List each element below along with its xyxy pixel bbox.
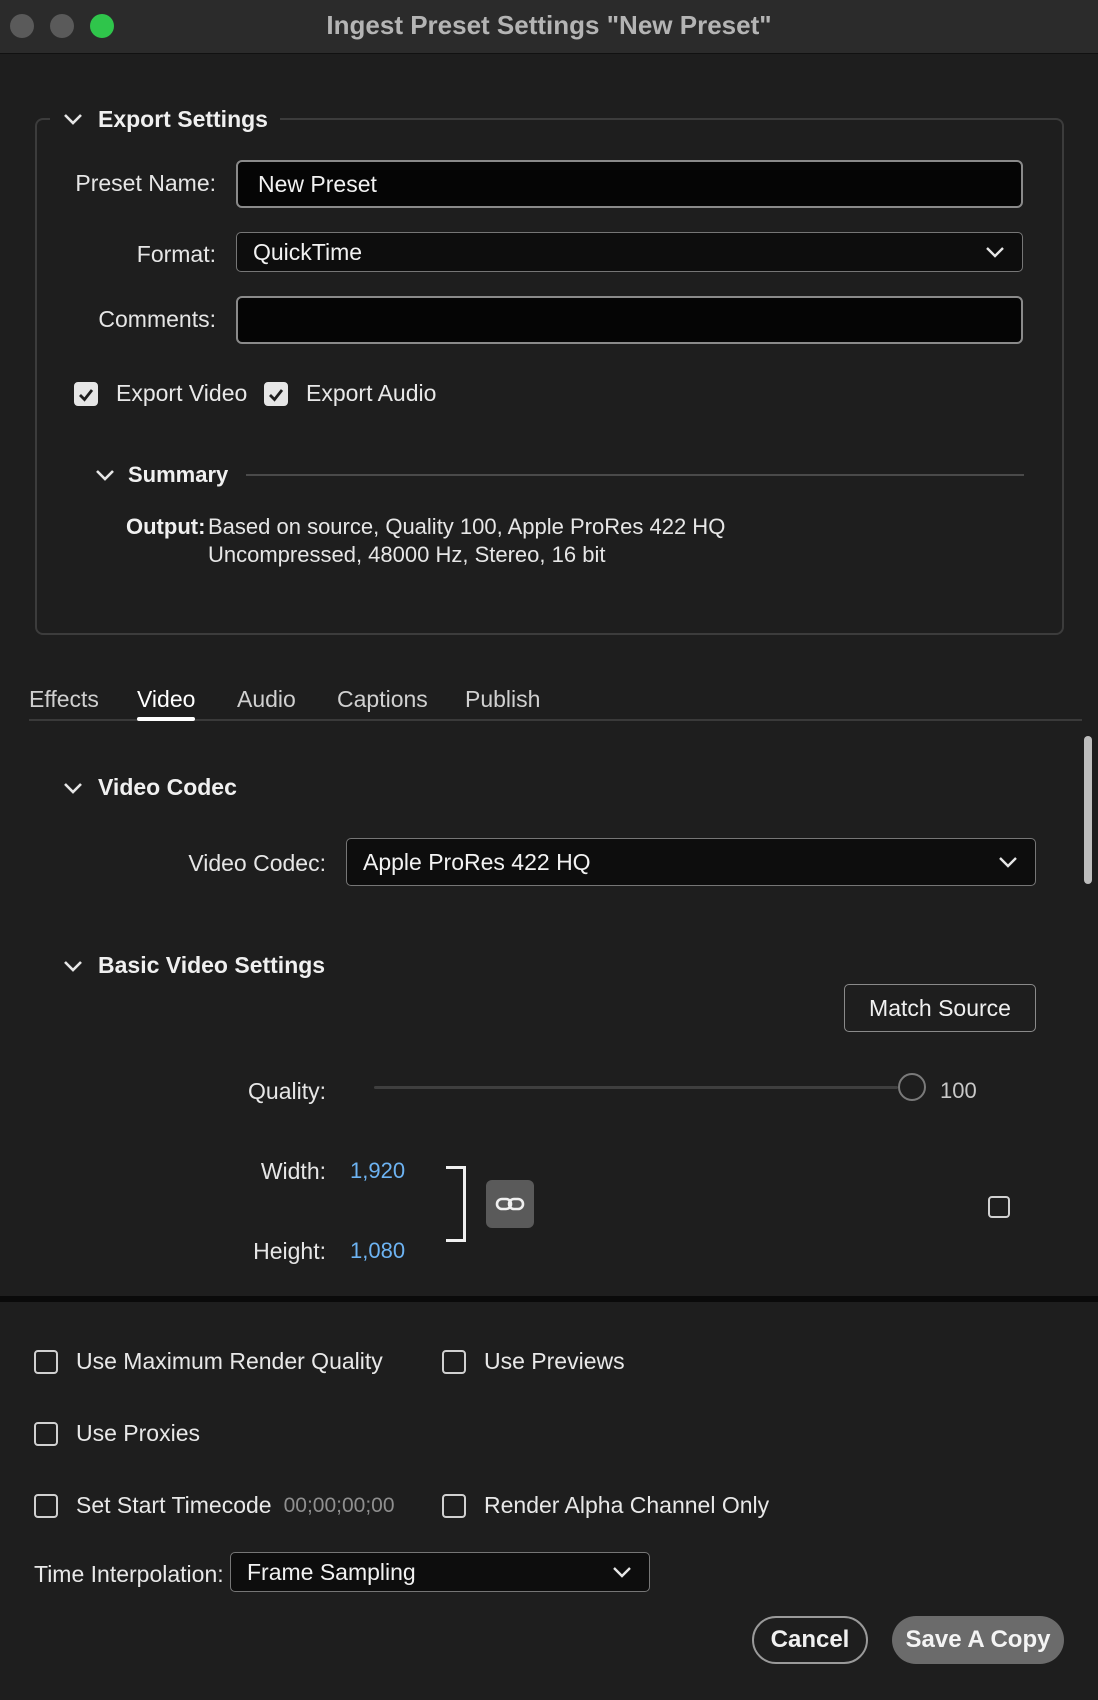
output-line-1: Based on source, Quality 100, Apple ProR… [208,514,726,539]
width-label: Width: [260,1158,326,1184]
chevron-down-icon [96,470,114,481]
width-value[interactable]: 1,920 [350,1158,405,1184]
preset-name-value: New Preset [258,170,377,197]
save-a-copy-button[interactable]: Save A Copy [892,1616,1064,1664]
time-interpolation-label: Time Interpolation: [34,1561,224,1587]
max-render-quality-checkbox[interactable] [34,1349,58,1374]
scrollbar-thumb[interactable] [1084,736,1092,884]
use-previews-option[interactable]: Use Previews [442,1348,625,1375]
export-video-label: Export Video [116,380,248,406]
aspect-bracket [446,1166,466,1242]
window-title: Ingest Preset Settings "New Preset" [326,10,772,40]
summary-header[interactable]: Summary [94,462,228,488]
video-codec-value: Apple ProRes 422 HQ [363,848,591,875]
format-label: Format: [136,241,216,267]
export-audio-option[interactable]: Export Audio [264,380,436,407]
comments-label: Comments: [98,306,216,332]
title-bar: Ingest Preset Settings "New Preset" [0,0,1098,54]
export-audio-label: Export Audio [306,380,437,406]
video-codec-title: Video Codec [98,774,237,800]
export-settings-header[interactable]: Export Settings [50,102,280,136]
video-codec-label: Video Codec: [188,850,326,876]
constrain-proportions-button[interactable] [486,1180,534,1228]
time-interpolation-value: Frame Sampling [247,1558,416,1585]
basic-video-settings-header[interactable]: Basic Video Settings [62,952,325,979]
preset-name-input[interactable]: New Preset [236,160,1023,208]
format-value: QuickTime [253,238,363,265]
use-proxies-label: Use Proxies [76,1420,200,1446]
use-proxies-checkbox[interactable] [34,1421,58,1446]
set-start-timecode-option[interactable]: Set Start Timecode 00;00;00;00 [34,1492,395,1519]
quality-value[interactable]: 100 [940,1078,977,1104]
use-previews-checkbox[interactable] [442,1349,466,1374]
chevron-down-icon [986,247,1004,258]
chevron-down-icon [64,114,82,125]
scale-checkbox[interactable] [988,1196,1010,1218]
render-alpha-only-checkbox[interactable] [442,1493,466,1518]
preset-name-label: Preset Name: [75,170,216,196]
summary-title: Summary [128,462,229,487]
export-settings-title: Export Settings [98,105,268,132]
video-codec-select[interactable]: Apple ProRes 422 HQ [346,838,1036,886]
tab-captions[interactable]: Captions [337,686,428,713]
checkmark-icon [79,388,94,402]
chevron-down-icon [64,960,82,972]
render-alpha-only-label: Render Alpha Channel Only [484,1492,770,1518]
tab-video[interactable]: Video [137,686,195,713]
checkmark-icon [269,388,284,402]
max-render-quality-label: Use Maximum Render Quality [76,1348,383,1374]
cancel-button[interactable]: Cancel [752,1616,868,1664]
output-label: Output: [126,514,206,539]
format-select[interactable]: QuickTime [236,232,1023,272]
time-interpolation-select[interactable]: Frame Sampling [230,1552,650,1592]
match-source-button[interactable]: Match Source [844,984,1036,1032]
render-alpha-only-option[interactable]: Render Alpha Channel Only [442,1492,769,1519]
active-tab-indicator [137,717,195,721]
tab-effects[interactable]: Effects [29,686,99,713]
use-proxies-option[interactable]: Use Proxies [34,1420,200,1447]
link-icon [495,1197,525,1211]
max-render-quality-option[interactable]: Use Maximum Render Quality [34,1348,383,1375]
section-divider [0,1296,1098,1302]
comments-input[interactable] [236,296,1023,344]
chevron-down-icon [64,782,82,794]
chevron-down-icon [999,857,1017,868]
export-video-option[interactable]: Export Video [74,380,247,407]
output-line-2: Uncompressed, 48000 Hz, Stereo, 16 bit [208,542,606,567]
height-value[interactable]: 1,080 [350,1238,405,1264]
quality-slider-knob[interactable] [898,1073,926,1101]
height-label: Height: [253,1238,326,1264]
tab-audio[interactable]: Audio [237,686,296,713]
chevron-down-icon [613,1567,631,1578]
export-video-checkbox[interactable] [74,381,98,406]
start-timecode-value: 00;00;00;00 [283,1493,395,1517]
set-start-timecode-label: Set Start Timecode [76,1492,272,1518]
summary-divider [246,474,1024,476]
export-audio-checkbox[interactable] [264,381,288,406]
video-codec-header[interactable]: Video Codec [62,774,237,801]
basic-video-settings-title: Basic Video Settings [98,952,326,978]
tab-publish[interactable]: Publish [465,686,540,713]
quality-label: Quality: [248,1078,326,1104]
use-previews-label: Use Previews [484,1348,625,1374]
quality-slider-track[interactable] [374,1073,926,1101]
set-start-timecode-checkbox[interactable] [34,1493,58,1518]
